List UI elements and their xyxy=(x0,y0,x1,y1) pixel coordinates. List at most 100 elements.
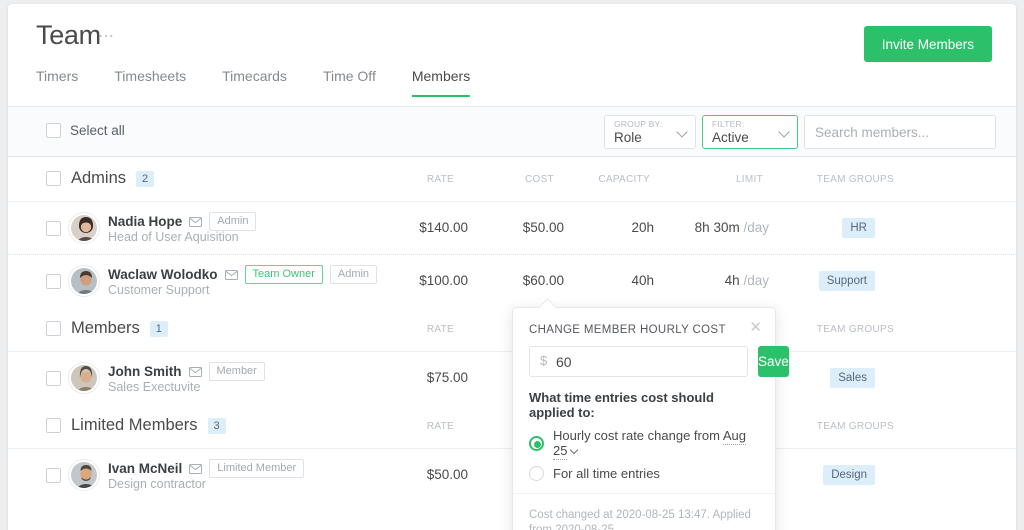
chevron-down-icon xyxy=(676,126,687,137)
team-group-tag[interactable]: Sales xyxy=(830,368,875,388)
select-all-control[interactable]: Select all xyxy=(46,123,125,138)
cost-input[interactable] xyxy=(529,346,748,377)
filter-label: FILTER: xyxy=(712,119,771,130)
radio-label-text: Hourly cost rate change from xyxy=(553,428,720,443)
column-header-team-groups: TEAM GROUPS xyxy=(817,174,894,185)
list-toolbar: Select all GROUP BY: Role FILTER: Active xyxy=(8,107,1016,157)
invite-members-button[interactable]: Invite Members xyxy=(864,26,992,62)
avatar xyxy=(69,266,99,296)
tab-timers[interactable]: Timers xyxy=(36,68,96,97)
cell-rate[interactable]: $100.00 xyxy=(419,273,468,288)
member-name: Ivan McNeil xyxy=(108,461,182,476)
popover-question: What time entries cost should applied to… xyxy=(513,377,775,420)
chevron-down-icon[interactable] xyxy=(570,446,578,454)
radio-button-selected[interactable] xyxy=(529,436,544,451)
cell-limit[interactable]: 4h /day xyxy=(725,273,769,288)
tab-bar: Timers Timesheets Timecards Time Off Mem… xyxy=(8,68,1016,107)
cell-rate[interactable]: $140.00 xyxy=(419,220,468,235)
role-pill: Admin xyxy=(209,212,256,231)
row-checkbox[interactable] xyxy=(46,274,61,289)
cost-edit-row: $ Save xyxy=(513,336,775,377)
save-button[interactable]: Save xyxy=(758,346,789,377)
group-by-dropdown[interactable]: GROUP BY: Role xyxy=(604,115,696,149)
column-header-team-groups: TEAM GROUPS xyxy=(817,324,894,335)
radio-option-rate-change[interactable]: Hourly cost rate change from Aug 25 xyxy=(513,420,775,458)
email-icon[interactable] xyxy=(189,464,202,474)
radio-option-all-entries[interactable]: For all time entries xyxy=(513,458,775,481)
team-group-tag[interactable]: Support xyxy=(819,271,875,291)
avatar xyxy=(69,460,99,490)
column-header-team-groups: TEAM GROUPS xyxy=(817,421,894,432)
limit-value: 8h 30m xyxy=(695,220,740,235)
select-all-label: Select all xyxy=(70,123,125,138)
group-header-admins: Admins 2 RATE COST CAPACITY LIMIT TEAM G… xyxy=(8,157,1016,201)
ellipsis-icon[interactable]: ⋯ xyxy=(98,32,115,42)
team-owner-pill: Team Owner xyxy=(245,265,323,284)
row-checkbox[interactable] xyxy=(46,221,61,236)
group-by-label: GROUP BY: xyxy=(614,119,669,130)
table-row[interactable]: Nadia Hope Admin Head of User Aquisition… xyxy=(8,201,1016,254)
page-background: Team ⋯ Invite Members Timers Timesheets … xyxy=(0,0,1024,530)
close-icon[interactable]: ✕ xyxy=(749,321,762,335)
team-group-tag[interactable]: HR xyxy=(842,218,875,238)
team-group-tag[interactable]: Design xyxy=(823,465,875,485)
radio-label: For all time entries xyxy=(553,466,660,481)
page-title: Team xyxy=(36,20,101,51)
group-by-value: Role xyxy=(614,130,669,146)
cell-rate[interactable]: $50.00 xyxy=(427,467,468,482)
row-checkbox[interactable] xyxy=(46,371,61,386)
email-icon[interactable] xyxy=(225,270,238,280)
popover-footnote: Cost changed at 2020-08-25 13:47. Applie… xyxy=(513,493,775,530)
cell-capacity[interactable]: 40h xyxy=(631,273,654,288)
change-hourly-cost-popover: CHANGE MEMBER HOURLY COST ✕ $ Save What … xyxy=(512,307,776,530)
filter-value: Active xyxy=(712,130,771,146)
tab-timesheets[interactable]: Timesheets xyxy=(96,68,204,97)
member-name: Nadia Hope xyxy=(108,214,182,229)
select-all-checkbox[interactable] xyxy=(46,123,61,138)
column-header-rate: RATE xyxy=(427,174,454,185)
email-icon[interactable] xyxy=(189,217,202,227)
limit-unit: /day xyxy=(743,220,769,235)
avatar xyxy=(69,363,99,393)
member-name-line: John Smith Member xyxy=(108,362,265,381)
cell-cost[interactable]: $50.00 xyxy=(523,220,564,235)
popover-title: CHANGE MEMBER HOURLY COST xyxy=(513,308,775,336)
cost-input-wrapper: $ xyxy=(529,346,748,377)
radio-label: Hourly cost rate change from Aug 25 xyxy=(553,428,759,458)
cell-capacity[interactable]: 20h xyxy=(631,220,654,235)
member-name-line: Waclaw Wolodko Team Owner Admin xyxy=(108,265,377,284)
member-job-title: Sales Exectuvite xyxy=(108,380,200,394)
column-headers: RATE COST CAPACITY LIMIT TEAM GROUPS xyxy=(8,174,1016,188)
filter-dropdown[interactable]: FILTER: Active xyxy=(702,115,798,149)
member-job-title: Head of User Aquisition xyxy=(108,230,239,244)
role-pill: Limited Member xyxy=(209,459,304,478)
radio-button[interactable] xyxy=(529,466,544,481)
member-name-line: Ivan McNeil Limited Member xyxy=(108,459,304,478)
currency-symbol: $ xyxy=(540,353,547,368)
page-header: Team ⋯ Invite Members xyxy=(8,4,1016,68)
member-name: John Smith xyxy=(108,364,182,379)
tab-members[interactable]: Members xyxy=(394,68,488,97)
cell-limit[interactable]: 8h 30m /day xyxy=(695,220,769,235)
column-header-capacity: CAPACITY xyxy=(598,174,650,185)
role-pill: Admin xyxy=(330,265,377,284)
tab-timecards[interactable]: Timecards xyxy=(204,68,305,97)
table-row[interactable]: Waclaw Wolodko Team Owner Admin Customer… xyxy=(8,254,1016,307)
cell-rate[interactable]: $75.00 xyxy=(427,370,468,385)
limit-unit: /day xyxy=(743,273,769,288)
avatar xyxy=(69,213,99,243)
email-icon[interactable] xyxy=(189,367,202,377)
chevron-down-icon xyxy=(778,126,789,137)
column-header-cost: COST xyxy=(525,174,554,185)
member-name: Waclaw Wolodko xyxy=(108,267,218,282)
search-members-input[interactable] xyxy=(804,115,996,149)
column-header-rate: RATE xyxy=(427,421,454,432)
member-job-title: Design contractor xyxy=(108,477,206,491)
row-checkbox[interactable] xyxy=(46,468,61,483)
role-pill: Member xyxy=(209,362,265,381)
limit-value: 4h xyxy=(725,273,740,288)
column-header-limit: LIMIT xyxy=(736,174,763,185)
column-header-rate: RATE xyxy=(427,324,454,335)
tab-time-off[interactable]: Time Off xyxy=(305,68,394,97)
cell-cost[interactable]: $60.00 xyxy=(523,273,564,288)
